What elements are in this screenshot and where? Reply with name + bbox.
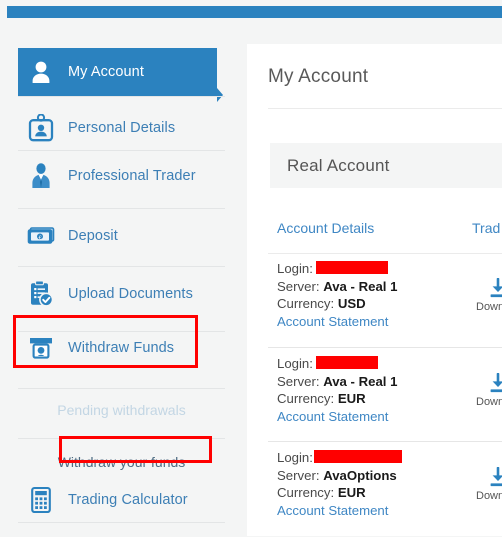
account-row: Login: Server: Ava - Real 1 Currency: EU…	[268, 351, 502, 443]
sidebar-subitem-label: Withdraw your funds	[57, 454, 186, 470]
sidebar-divider	[18, 522, 225, 523]
server-line: Server: AvaOptions	[277, 467, 402, 485]
login-line: Login:	[277, 355, 397, 373]
server-label: Server:	[277, 278, 320, 294]
id-card-icon	[24, 113, 58, 143]
sidebar-item-label: Deposit	[68, 228, 118, 244]
server-value: Ava - Real 1	[323, 278, 398, 294]
server-line: Server: Ava - Real 1	[277, 373, 397, 391]
calculator-icon	[24, 485, 58, 515]
banknote-icon: €	[24, 221, 58, 251]
server-label: Server:	[277, 467, 320, 483]
tabs-divider	[268, 253, 502, 254]
login-redacted-value	[315, 356, 378, 369]
server-line: Server: Ava - Real 1	[277, 278, 397, 296]
download-icon	[490, 278, 502, 298]
account-row-divider	[268, 441, 502, 442]
currency-line: Currency: EUR	[277, 390, 397, 408]
currency-value: USD	[337, 296, 366, 311]
server-value: Ava - Real 1	[323, 373, 398, 389]
account-statement-link[interactable]: Account Statement	[277, 313, 397, 331]
sidebar-divider	[18, 388, 225, 389]
sidebar-item-label: Trading Calculator	[68, 492, 188, 508]
sidebar-item-label: Personal Details	[68, 120, 176, 136]
active-item-arrow-icon	[217, 88, 223, 102]
account-section-title: Real Account	[287, 155, 390, 175]
sidebar-divider	[18, 438, 225, 439]
currency-label: Currency:	[277, 391, 335, 406]
server-label: Server:	[277, 373, 320, 389]
sidebar-subitem-pending-withdrawals[interactable]: Pending withdrawals	[18, 390, 225, 430]
account-row: Login: Server: AvaOptions Currency: EUR …	[268, 445, 502, 537]
currency-value: EUR	[337, 485, 366, 500]
account-fields: Login: Server: Ava - Real 1 Currency: EU…	[277, 355, 397, 425]
sidebar-item-professional-trader[interactable]: Professional Trader	[18, 152, 225, 200]
page-title: My Account	[268, 66, 369, 87]
top-blue-bar	[7, 6, 502, 18]
account-row: Login: Server: Ava - Real 1 Currency: US…	[268, 256, 502, 348]
sidebar-item-my-account[interactable]: My Account	[18, 48, 217, 96]
login-redacted-value	[315, 261, 388, 274]
download-button[interactable]: Downl	[475, 278, 502, 313]
sidebar-divider	[18, 208, 225, 209]
download-button[interactable]: Downl	[475, 467, 502, 502]
tab-trading-history[interactable]: Trad	[472, 220, 500, 236]
login-label: Login:	[277, 261, 313, 276]
account-statement-link[interactable]: Account Statement	[277, 408, 397, 426]
currency-line: Currency: EUR	[277, 484, 402, 502]
currency-value: EUR	[337, 391, 366, 406]
sidebar-item-upload-documents[interactable]: Upload Documents	[18, 270, 225, 318]
sidebar-item-trading-calculator[interactable]: Trading Calculator	[18, 476, 225, 524]
login-line: Login:	[277, 449, 402, 467]
currency-label: Currency:	[277, 296, 335, 311]
sidebar-item-label: Withdraw Funds	[68, 340, 175, 356]
title-divider	[268, 108, 502, 109]
account-row-divider	[268, 347, 502, 348]
download-label: Downl	[476, 301, 502, 313]
sidebar-divider	[18, 266, 225, 267]
download-label: Downl	[476, 490, 502, 502]
tab-account-details[interactable]: Account Details	[277, 220, 374, 236]
account-fields: Login: Server: AvaOptions Currency: EUR …	[277, 449, 402, 519]
sidebar-item-personal-details[interactable]: Personal Details	[18, 104, 225, 152]
sidebar-divider	[18, 96, 225, 97]
download-button[interactable]: Downl	[475, 373, 502, 408]
currency-line: Currency: USD	[277, 295, 397, 313]
sidebar-item-deposit[interactable]: € Deposit	[18, 212, 225, 260]
sidebar-item-label: Professional Trader	[68, 168, 196, 184]
businessman-icon	[24, 161, 58, 191]
account-section-header: Real Account	[270, 143, 502, 188]
sidebar-item-label: My Account	[68, 64, 144, 80]
download-icon	[490, 373, 502, 393]
user-icon	[24, 57, 58, 87]
sidebar-item-withdraw-funds[interactable]: Withdraw Funds	[18, 324, 225, 372]
sidebar-subitem-label: Pending withdrawals	[57, 402, 186, 418]
login-line: Login:	[277, 260, 397, 278]
currency-label: Currency:	[277, 485, 335, 500]
clipboard-check-icon	[24, 279, 58, 309]
account-statement-link[interactable]: Account Statement	[277, 502, 402, 520]
server-value: AvaOptions	[323, 467, 397, 483]
sidebar-item-label: Upload Documents	[68, 286, 193, 302]
sidebar-divider	[18, 150, 225, 151]
sidebar-navigation: My Account Personal Details Professional	[0, 18, 247, 536]
account-tabs: Account Details Trad	[268, 220, 502, 250]
login-label: Login:	[277, 356, 313, 371]
account-fields: Login: Server: Ava - Real 1 Currency: US…	[277, 260, 397, 330]
main-content-panel: My Account Real Account Account Details …	[247, 44, 502, 536]
login-redacted-value	[313, 450, 402, 463]
login-label: Login:	[277, 450, 313, 465]
atm-withdraw-icon	[24, 333, 58, 363]
download-icon	[490, 467, 502, 487]
download-label: Downl	[476, 396, 502, 408]
